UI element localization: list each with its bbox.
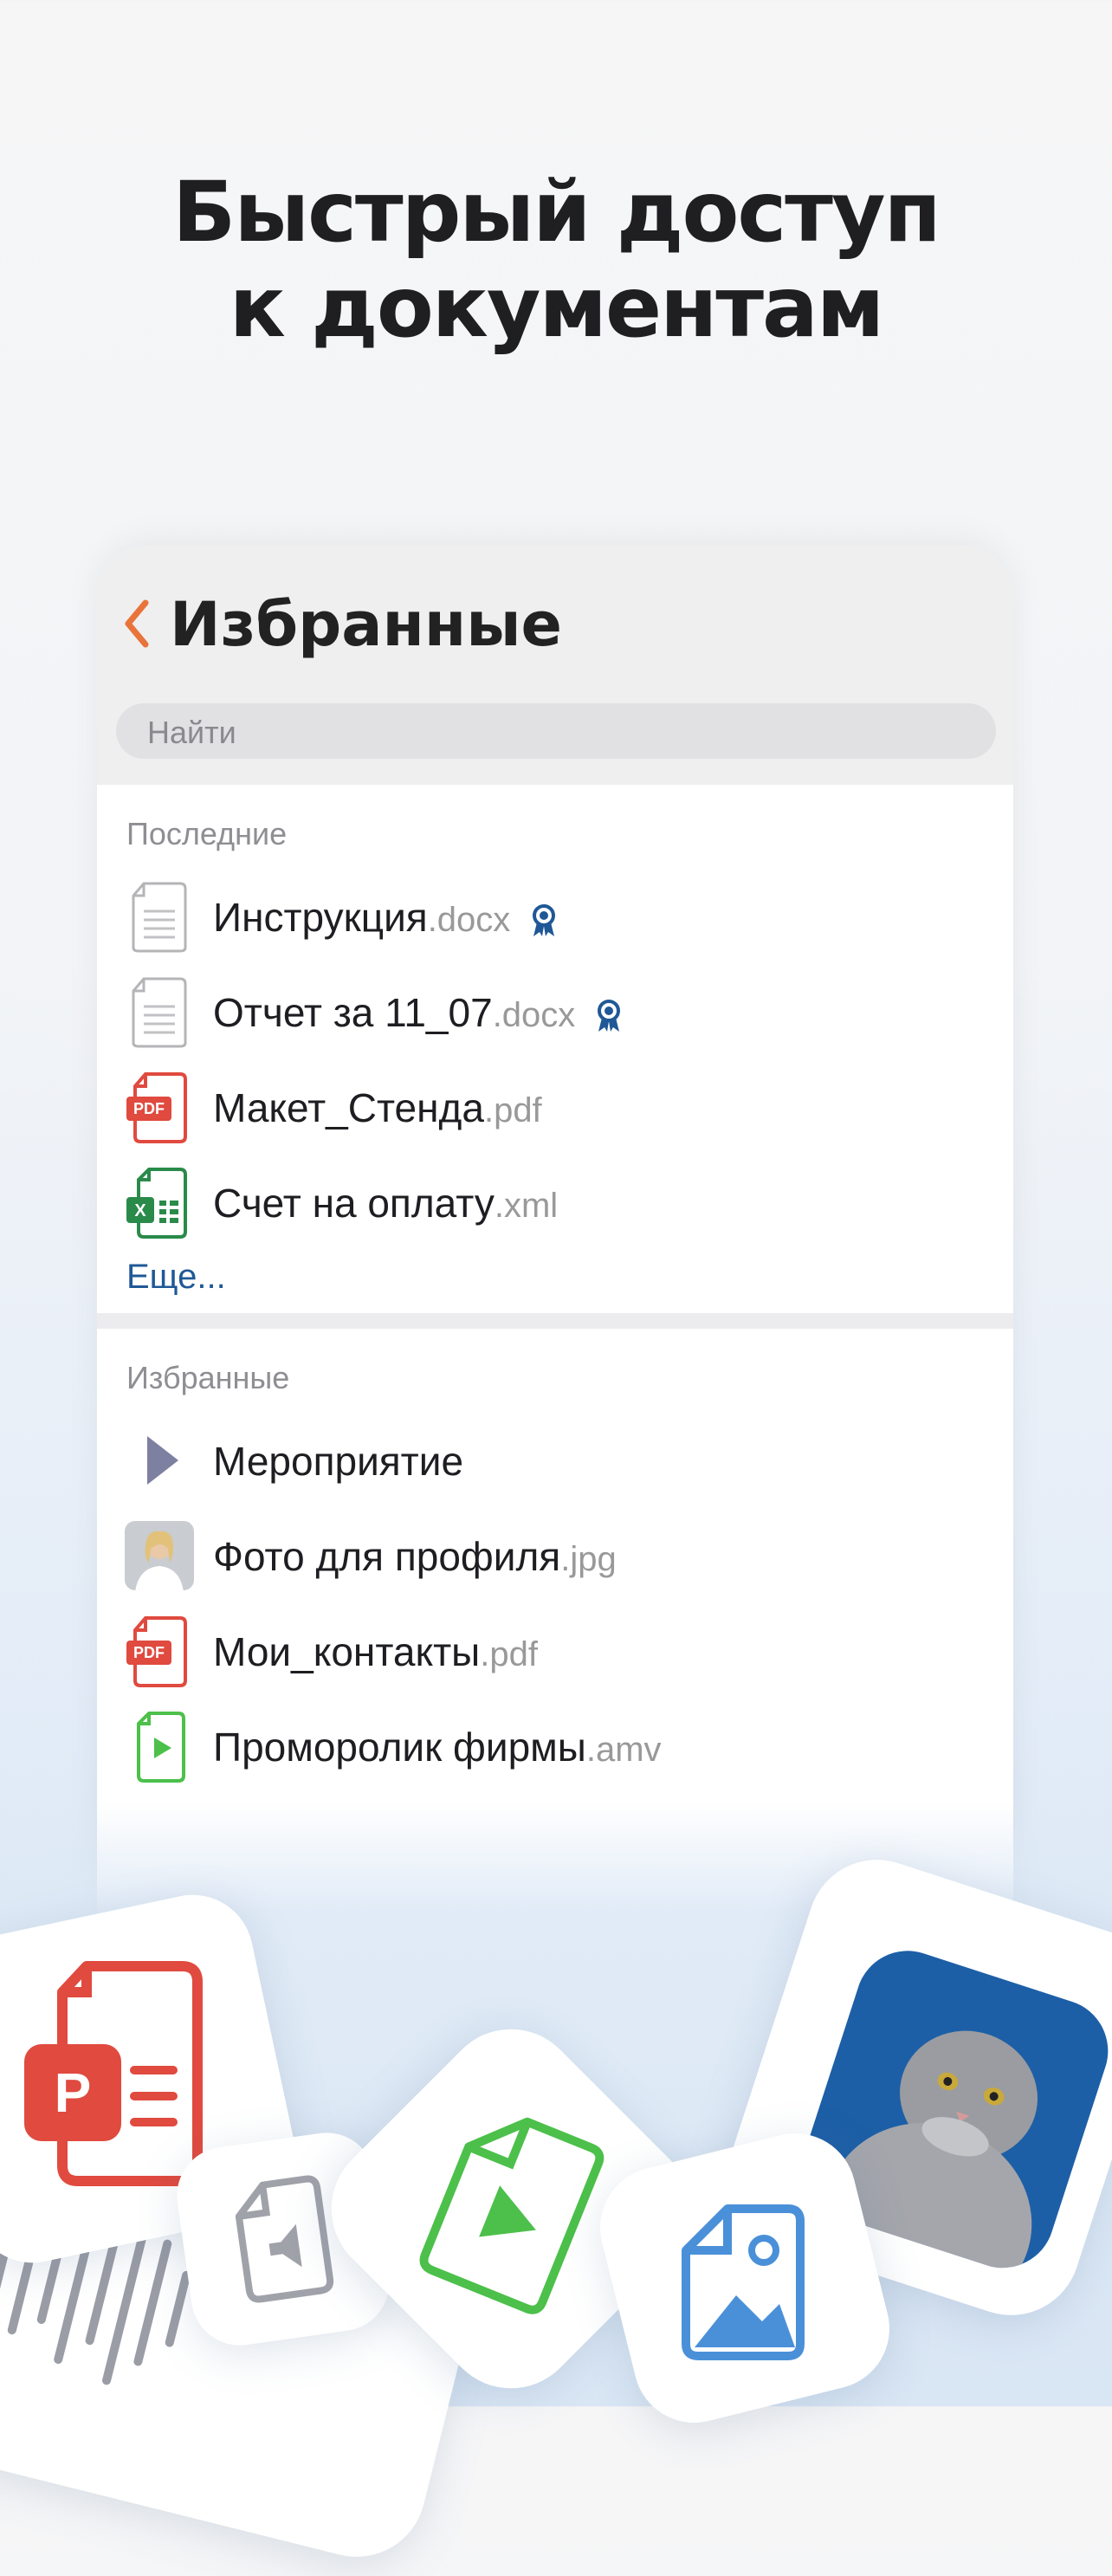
screen-header: Избранные Найти: [97, 546, 1013, 785]
screen-title: Избранные: [170, 589, 562, 660]
pdf-icon-label: PDF: [133, 1644, 165, 1661]
file-extension: .docx: [427, 901, 511, 939]
award-badge-icon: [533, 903, 556, 936]
favorites-section: Избранные Мероприятие Фото для профиля.j…: [97, 1329, 1013, 1790]
file-name: Макет_Стенда.pdf: [213, 1085, 542, 1130]
pdf-icon: PDF: [126, 1616, 187, 1687]
folder-arrow-icon: [147, 1436, 178, 1485]
list-item[interactable]: PDF Макет_Стенда.pdf: [97, 1055, 1013, 1150]
pdf-icon-label: PDF: [133, 1100, 165, 1117]
file-extension: .amv: [585, 1731, 662, 1769]
headline-line-2: к документам: [229, 259, 885, 356]
back-chevron-icon[interactable]: [120, 598, 154, 650]
file-extension: .pdf: [483, 1091, 542, 1129]
headline: Быстрый доступ к документам: [0, 165, 1112, 355]
headline-line-1: Быстрый доступ: [172, 164, 941, 261]
ppt-icon-label: P: [55, 2061, 92, 2124]
file-extension: .xml: [494, 1187, 559, 1225]
file-name: Мои_контакты.pdf: [213, 1629, 538, 1674]
svg-text:X: X: [134, 1201, 146, 1220]
search-input[interactable]: Найти: [116, 703, 996, 759]
video-icon: [137, 1712, 185, 1783]
photo-thumbnail: [125, 1521, 194, 1590]
recent-section-label: Последние: [126, 816, 288, 851]
list-item[interactable]: PDF Мои_контакты.pdf: [97, 1599, 1013, 1694]
file-name: Мероприятие: [213, 1439, 464, 1484]
file-name: Проморолик фирмы.amv: [213, 1725, 662, 1770]
file-extension: .jpg: [560, 1540, 617, 1578]
file-name: Отчет за 11_07.docx: [213, 989, 624, 1036]
file-name: Инструкция.docx: [213, 894, 559, 941]
search-placeholder: Найти: [147, 715, 236, 750]
doc-icon: [132, 882, 187, 953]
image-file-icon: [682, 2204, 805, 2360]
file-name: Фото для профиля.jpg: [213, 1534, 617, 1579]
file-name: Счет на оплату.xml: [213, 1181, 559, 1226]
image-file-tile: [587, 2120, 902, 2436]
list-item[interactable]: Фото для профиля.jpg: [97, 1504, 1013, 1599]
list-item[interactable]: Инструкция.docx: [97, 864, 1013, 960]
recent-section: Последние Инструкция.docx Отчет за 11_07…: [97, 785, 1013, 1313]
excel-icon: X: [126, 1168, 187, 1239]
section-divider: [97, 1313, 1013, 1329]
list-item[interactable]: Проморолик фирмы.amv: [97, 1694, 1013, 1790]
list-item[interactable]: Мероприятие: [97, 1408, 1013, 1504]
pdf-icon: PDF: [126, 1072, 187, 1143]
more-link[interactable]: Еще...: [97, 1246, 1013, 1313]
favorites-section-label: Избранные: [126, 1360, 290, 1395]
award-badge-icon: [598, 999, 621, 1032]
file-extension: .pdf: [480, 1635, 538, 1673]
doc-icon: [132, 977, 187, 1048]
file-extension: .docx: [492, 996, 576, 1034]
list-item[interactable]: X Счет на оплату.xml: [97, 1150, 1013, 1246]
list-item[interactable]: Отчет за 11_07.docx: [97, 960, 1013, 1055]
